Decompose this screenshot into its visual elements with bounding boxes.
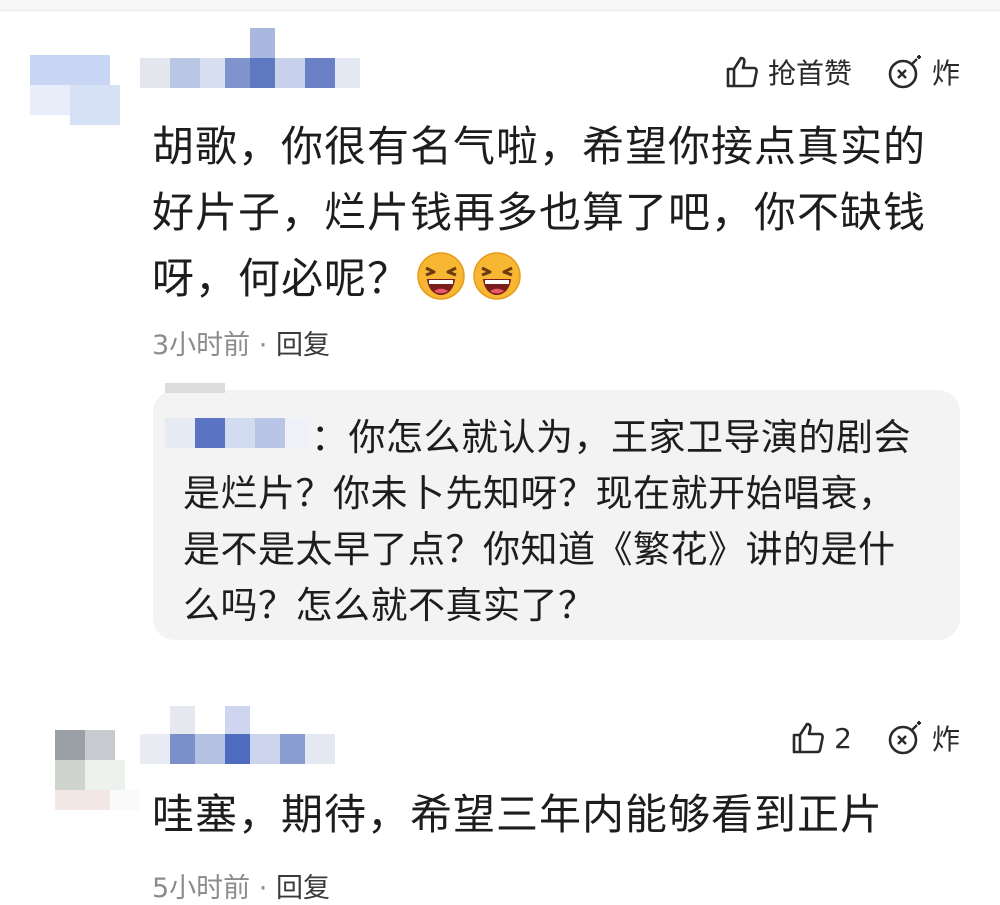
separator: · [258,330,268,361]
top-divider [0,0,1000,11]
comment-body: 胡歌，你很有名气啦，希望你接点真实的 好片子，烂片钱再多也算了吧，你不缺钱 呀，… [152,114,926,312]
bomb-button[interactable]: 炸 [886,718,960,758]
bomb-label: 炸 [931,723,960,756]
avatar-redacted[interactable] [55,730,145,810]
laughing-emoji [417,252,465,300]
laughing-emoji [473,252,521,300]
like-label: 抢首赞 [767,57,852,90]
avatar-redacted[interactable] [30,55,130,135]
reply-line: 是不是太早了点？你知道《繁花》讲的是什 [183,528,896,571]
reply-line: 么吗？怎么就不真实了？ [183,584,596,627]
bomb-label: 炸 [931,57,960,90]
comment-actions: 2 炸 [790,718,960,758]
reply-button[interactable]: 回复 [276,330,330,361]
username-redacted[interactable] [140,28,360,93]
bomb-icon [888,721,921,755]
thumbs-up-icon [726,56,758,88]
comment-line: 胡歌，你很有名气啦，希望你接点真实的 [152,122,927,171]
timestamp: 5小时前 [152,873,251,904]
like-count: 2 [834,721,852,755]
comment-actions: 抢首赞 炸 [724,52,960,92]
comment-meta: 3小时前 · 回复 [152,323,330,362]
timestamp: 3小时前 [152,330,251,361]
comment-line: 呀，何必呢？ [152,246,926,312]
reply-line: 是烂片？你未卜先知呀？现在就开始唱衰， [183,472,896,515]
bomb-button[interactable]: 炸 [886,52,960,92]
reply-body: ：你怎么就认为，王家卫导演的剧会 是烂片？你未卜先知呀？现在就开始唱衰， 是不是… [183,410,953,634]
comment-meta: 5小时前 · 回复 [152,866,330,905]
like-button[interactable]: 2 [790,720,852,756]
reply-button[interactable]: 回复 [276,873,330,904]
bomb-icon [888,55,921,89]
reply-line: ：你怎么就认为，王家卫导演的剧会 [311,416,911,459]
like-button[interactable]: 抢首赞 [724,52,852,92]
comment-line: 好片子，烂片钱再多也算了吧，你不缺钱 [152,188,927,237]
separator: · [258,873,268,904]
username-redacted[interactable] [140,706,335,768]
comment-body: 哇塞，期待，希望三年内能够看到正片 [152,782,883,848]
thumbs-up-icon [792,722,825,754]
comment-line: 哇塞，期待，希望三年内能够看到正片 [152,790,884,839]
